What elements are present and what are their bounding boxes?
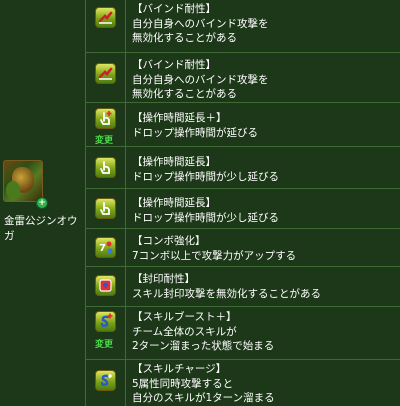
skill-row: 【操作時間延長】 ドロップ操作時間が少し延びる <box>86 147 400 189</box>
skill-row: 【操作時間延長】 ドロップ操作時間が少し延びる <box>86 189 400 229</box>
skill-description: 【スキルブースト＋】 チーム全体のスキルが 2ターン溜まった状態で始まる <box>132 310 398 354</box>
skill-title: 【封印耐性】 <box>132 273 195 285</box>
skill-line: 自分自身へのバインド攻撃を <box>132 73 269 86</box>
skill-line: チーム全体のスキルが <box>132 325 237 338</box>
skill-description: 【操作時間延長】 ドロップ操作時間が少し延びる <box>132 155 398 184</box>
skill-line: 7コンボ以上で攻撃力がアップする <box>132 249 297 262</box>
skill-description: 【コンボ強化】 7コンボ以上で攻撃力がアップする <box>132 234 398 263</box>
skill-line: 2ターン溜まった状態で始まる <box>132 340 275 352</box>
time-extend-icon <box>95 198 116 219</box>
skill-icon-cell: 7 <box>86 229 126 266</box>
skill-line: 自分のスキルが1ターン溜まる <box>132 392 275 404</box>
skill-icon-cell: 変更 <box>86 103 126 146</box>
skill-icon-cell <box>86 189 126 228</box>
skill-description: 【操作時間延長＋】 ドロップ操作時間が延びる <box>132 111 398 140</box>
skill-row: 変更 【操作時間延長＋】 ドロップ操作時間が延びる <box>86 103 400 147</box>
skill-title: 【操作時間延長】 <box>132 197 216 209</box>
skill-title: 【スキルチャージ】 <box>132 363 227 375</box>
skill-row: 変更 【スキルブースト＋】 チーム全体のスキルが 2ターン溜まった状態で始まる <box>86 307 400 360</box>
skill-line: ドロップ操作時間が少し延びる <box>132 170 279 183</box>
skill-title: 【バインド耐性】 <box>132 3 216 15</box>
skill-title: 【操作時間延長】 <box>132 156 216 168</box>
change-label: 変更 <box>95 340 114 350</box>
bind-resist-icon <box>95 63 116 84</box>
skill-description: 【バインド耐性】 自分自身へのバインド攻撃を 無効化することがある <box>132 58 398 102</box>
skill-icon-cell <box>86 53 126 102</box>
skill-description: 【スキルチャージ】 5属性同時攻撃すると 自分のスキルが1ターン溜まる <box>132 362 398 406</box>
skill-line: スキル封印攻撃を無効化することがある <box>132 287 321 300</box>
skill-icon-cell <box>86 0 126 52</box>
skill-line: 無効化することがある <box>132 32 237 44</box>
skill-line: 無効化することがある <box>132 88 237 100</box>
plus-badge-icon: + <box>36 197 48 209</box>
skill-row: 【バインド耐性】 自分自身へのバインド攻撃を 無効化することがある <box>86 0 400 53</box>
skill-description: 【操作時間延長】 ドロップ操作時間が少し延びる <box>132 196 398 225</box>
time-extend-plus-icon <box>95 108 116 129</box>
skill-description: 【封印耐性】 スキル封印攻撃を無効化することがある <box>132 272 398 301</box>
skill-title: 【コンボ強化】 <box>132 235 206 247</box>
skill-title: 【操作時間延長＋】 <box>132 112 227 124</box>
skill-line: ドロップ操作時間が延びる <box>132 126 258 139</box>
skill-title: 【スキルブースト＋】 <box>132 311 237 323</box>
svg-text:7: 7 <box>99 243 106 254</box>
seal-resist-icon <box>95 275 116 296</box>
character-portrait-icon[interactable] <box>3 160 43 202</box>
skill-charge-icon <box>95 370 116 391</box>
skill-icon-cell <box>86 147 126 188</box>
combo-enhance-icon: 7 <box>95 237 116 258</box>
skill-row: 7 【コンボ強化】 7コンボ以上で攻撃力がアップする <box>86 229 400 267</box>
time-extend-icon <box>95 157 116 178</box>
skill-icon-cell <box>86 267 126 306</box>
bind-resist-icon <box>95 7 116 28</box>
character-name: 金雷公ジンオウガ <box>4 215 78 242</box>
skill-line: 5属性同時攻撃すると <box>132 377 234 390</box>
skill-title: 【バインド耐性】 <box>132 59 216 71</box>
skill-description: 【バインド耐性】 自分自身へのバインド攻撃を 無効化することがある <box>132 2 398 46</box>
skill-boost-plus-icon <box>95 311 116 332</box>
change-label: 変更 <box>95 136 114 146</box>
skill-line: 自分自身へのバインド攻撃を <box>132 17 269 30</box>
skill-icon-cell <box>86 360 126 406</box>
skill-row: 【スキルチャージ】 5属性同時攻撃すると 自分のスキルが1ターン溜まる <box>86 360 400 406</box>
skill-line: ドロップ操作時間が少し延びる <box>132 211 279 224</box>
skill-row: 【封印耐性】 スキル封印攻撃を無効化することがある <box>86 267 400 307</box>
skill-row: 【バインド耐性】 自分自身へのバインド攻撃を 無効化することがある <box>86 53 400 103</box>
character-column: + 金雷公ジンオウガ <box>0 0 86 406</box>
skill-icon-cell: 変更 <box>86 307 126 359</box>
